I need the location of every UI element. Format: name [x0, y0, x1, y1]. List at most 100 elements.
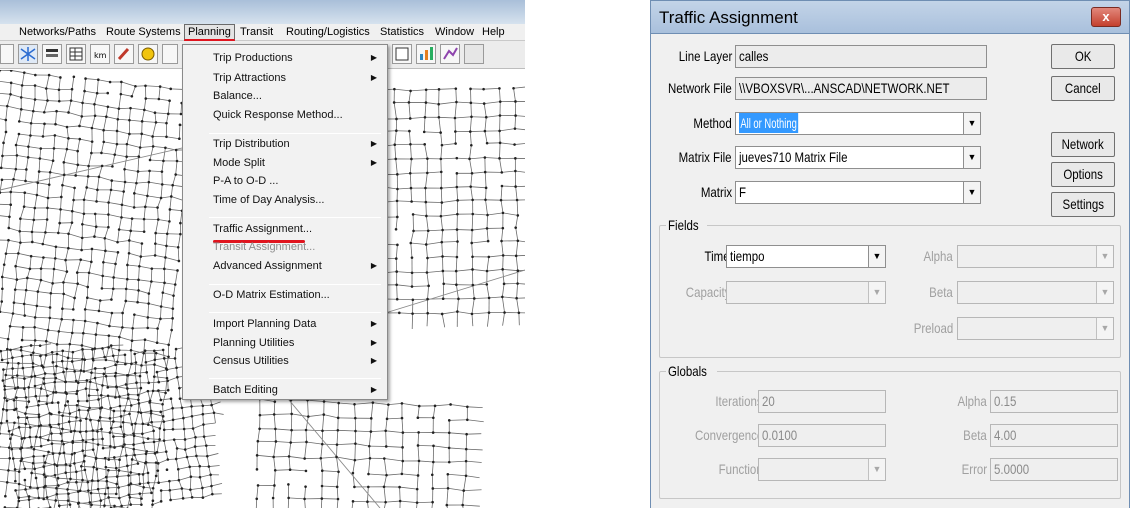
menu-item-advanced-assignment[interactable]: Advanced Assignment ▶: [183, 257, 387, 275]
menu-separator: [209, 133, 381, 134]
cancel-button[interactable]: Cancel: [1051, 76, 1115, 101]
menu-item-import-planning-data[interactable]: Import Planning Data ▶: [183, 315, 387, 333]
map-chart-icon[interactable]: [440, 44, 460, 64]
menu-item-mode-split[interactable]: Mode Split ▶: [183, 154, 387, 172]
beta-field-select: ▼: [957, 281, 1114, 304]
menu-item-trip-distribution[interactable]: Trip Distribution ▶: [183, 135, 387, 153]
km-icon[interactable]: km: [90, 44, 110, 64]
traffic-assignment-dialog: Traffic Assignment x Line Layer calles N…: [650, 0, 1130, 508]
chevron-down-icon[interactable]: ▼: [963, 113, 980, 134]
menu-transit[interactable]: Transit: [237, 25, 276, 39]
submenu-arrow-icon: ▶: [370, 158, 377, 167]
planning-dropdown-menu: Trip Productions ▶ Trip Attractions ▶ Balanc…: [182, 44, 388, 400]
ok-button[interactable]: OK: [1051, 44, 1115, 69]
convergence-label: Convergence: [694, 427, 763, 443]
menu-item-time-of-day-analysis[interactable]: Time of Day Analysis...: [183, 191, 387, 209]
time-select[interactable]: tiempo ▼: [726, 245, 886, 268]
matrix-label: Matrix: [700, 184, 732, 200]
fields-group-title: Fields: [666, 217, 708, 233]
menu-planning[interactable]: Planning: [184, 24, 235, 40]
method-select[interactable]: All or Nothing ▼: [735, 112, 981, 135]
chevron-down-icon[interactable]: ▼: [963, 147, 980, 168]
globe-icon[interactable]: [138, 44, 158, 64]
submenu-arrow-icon: ▶: [370, 139, 377, 148]
network-file-label: Network File: [668, 80, 732, 96]
settings-button[interactable]: Settings: [1051, 192, 1115, 217]
beta-field-label: Beta: [929, 284, 953, 300]
capacity-label: Capacity: [685, 284, 730, 300]
menu-separator: [209, 378, 381, 379]
capacity-select: ▼: [726, 281, 886, 304]
layers-icon[interactable]: [42, 44, 62, 64]
function-select: ▼: [758, 458, 886, 481]
menu-item-planning-utilities[interactable]: Planning Utilities ▶: [183, 334, 387, 352]
menu-separator: [209, 284, 381, 285]
toolbar-icon-right-1[interactable]: [392, 44, 412, 64]
menu-networks-paths[interactable]: Networks/Paths: [16, 25, 99, 39]
chevron-down-icon[interactable]: ▼: [963, 182, 980, 203]
pencil-icon[interactable]: [114, 44, 134, 64]
method-label: Method: [693, 115, 732, 131]
chevron-down-icon: ▼: [868, 282, 885, 303]
submenu-arrow-icon: ▶: [370, 261, 377, 270]
options-button[interactable]: Options: [1051, 162, 1115, 187]
alpha-field-label: Alpha: [923, 248, 953, 264]
submenu-arrow-icon: ▶: [370, 385, 377, 394]
menu-bar: Networks/Paths Route Systems Planning Tr…: [0, 24, 525, 41]
function-label: Function: [718, 461, 763, 477]
menu-route-systems[interactable]: Route Systems: [103, 25, 184, 39]
table-icon[interactable]: [66, 44, 86, 64]
network-file-field: \\VBOXSVR\...ANSCAD\NETWORK.NET: [735, 77, 987, 100]
menu-item-o-d-matrix-estimation[interactable]: O-D Matrix Estimation...: [183, 286, 387, 304]
beta-global-label: Beta: [963, 427, 987, 443]
menu-item-traffic-assignment[interactable]: Traffic Assignment...: [183, 220, 387, 238]
menu-routing-logistics[interactable]: Routing/Logistics: [283, 25, 373, 39]
line-layer-label: Line Layer: [678, 48, 732, 64]
svg-text:km: km: [94, 51, 107, 60]
menu-item-balance[interactable]: Balance...: [183, 87, 387, 105]
submenu-arrow-icon: ▶: [370, 319, 377, 328]
chevron-down-icon: ▼: [1096, 246, 1113, 267]
toolbar-disabled-icon: [464, 44, 484, 64]
menu-window[interactable]: Window: [432, 25, 477, 39]
chevron-down-icon[interactable]: ▼: [868, 246, 885, 267]
menu-separator: [209, 217, 381, 218]
preload-label: Preload: [913, 320, 953, 336]
submenu-arrow-icon: ▶: [370, 73, 377, 82]
iterations-label: Iterations: [715, 393, 763, 409]
menu-item-trip-productions[interactable]: Trip Productions ▶: [183, 49, 387, 67]
menu-item-batch-editing[interactable]: Batch Editing ▶: [183, 381, 387, 399]
chevron-down-icon: ▼: [1096, 282, 1113, 303]
globals-group: Globals Iterations 20 Convergence 0.0100…: [659, 363, 1121, 499]
close-icon[interactable]: x: [1091, 7, 1121, 27]
network-button[interactable]: Network: [1051, 132, 1115, 157]
iterations-field: 20: [758, 390, 886, 413]
matrix-select[interactable]: F ▼: [735, 181, 981, 204]
window-titlebar: [0, 0, 525, 24]
toolbar-icon-8[interactable]: [162, 44, 178, 64]
menu-item-trip-attractions[interactable]: Trip Attractions ▶: [183, 69, 387, 87]
transcad-window: Networks/Paths Route Systems Planning Tr…: [0, 0, 525, 508]
menu-separator: [209, 312, 381, 313]
line-layer-field: calles: [735, 45, 987, 68]
menu-item-quick-response-method[interactable]: Quick Response Method...: [183, 106, 387, 124]
menu-item-p-a-to-o-d[interactable]: P-A to O-D ...: [183, 172, 387, 190]
matrix-file-label: Matrix File: [679, 149, 732, 165]
network-tool-icon[interactable]: [18, 44, 38, 64]
globals-group-title: Globals: [666, 363, 718, 379]
dialog-titlebar: Traffic Assignment x: [650, 0, 1130, 34]
menu-statistics[interactable]: Statistics: [377, 25, 427, 39]
menu-help[interactable]: Help: [479, 25, 508, 39]
error-field: 5.0000: [990, 458, 1118, 481]
convergence-field: 0.0100: [758, 424, 886, 447]
chart-icon[interactable]: [416, 44, 436, 64]
beta-global-field: 4.00: [990, 424, 1118, 447]
matrix-file-select[interactable]: jueves710 Matrix File ▼: [735, 146, 981, 169]
menu-item-census-utilities[interactable]: Census Utilities ▶: [183, 352, 387, 370]
dialog-title: Traffic Assignment: [659, 8, 798, 27]
toolbar-icon-1[interactable]: [0, 44, 14, 64]
dialog-body: Line Layer calles Network File \\VBOXSVR…: [650, 34, 1130, 508]
preload-select: ▼: [957, 317, 1114, 340]
error-label: Error: [961, 461, 987, 477]
fields-group: Fields Time tiempo ▼ Capacity ▼ Alpha ▼ B…: [659, 217, 1121, 358]
